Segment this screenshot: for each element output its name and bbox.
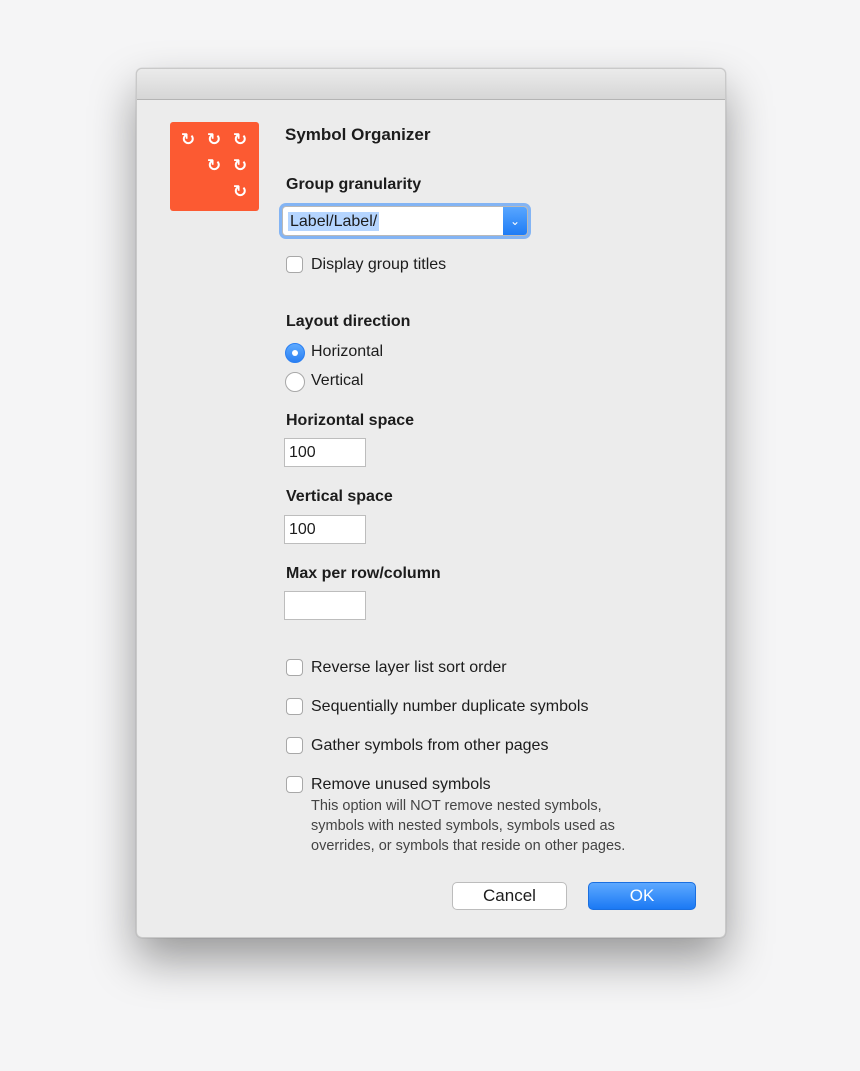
chevron-down-icon[interactable]: ⌄ — [503, 207, 527, 235]
number-duplicate-symbols-label[interactable]: Sequentially number duplicate symbols — [311, 698, 588, 716]
refresh-icon: ↻ — [232, 182, 248, 202]
refresh-icon: ↻ — [206, 130, 222, 150]
horizontal-space-input[interactable] — [284, 438, 366, 467]
display-group-titles-label[interactable]: Display group titles — [311, 256, 446, 274]
reverse-sort-order-label[interactable]: Reverse layer list sort order — [311, 659, 507, 677]
gather-symbols-label[interactable]: Gather symbols from other pages — [311, 737, 548, 755]
refresh-icon: ↻ — [232, 130, 248, 150]
cancel-button[interactable]: Cancel — [452, 882, 567, 910]
horizontal-radio-label[interactable]: Horizontal — [311, 343, 383, 361]
layout-direction-label: Layout direction — [286, 313, 411, 330]
note-line: overrides, or symbols that reside on oth… — [311, 838, 626, 854]
number-duplicate-symbols-checkbox[interactable] — [286, 698, 303, 715]
group-granularity-select[interactable]: Label/Label/ ⌄ — [282, 206, 528, 236]
max-per-row-column-input[interactable] — [284, 591, 366, 620]
vertical-space-label: Vertical space — [286, 488, 393, 505]
ok-button[interactable]: OK — [588, 882, 696, 910]
vertical-radio[interactable] — [285, 372, 305, 392]
reverse-sort-order-checkbox[interactable] — [286, 659, 303, 676]
symbol-organizer-app-icon: ↻ ↻ ↻ ↻ ↻ ↻ — [170, 122, 259, 211]
remove-unused-note: This option will NOT remove nested symbo… — [311, 796, 691, 856]
window-titlebar[interactable] — [137, 69, 725, 100]
display-group-titles-checkbox[interactable] — [286, 256, 303, 273]
group-granularity-label: Group granularity — [286, 176, 422, 193]
remove-unused-symbols-label[interactable]: Remove unused symbols — [311, 776, 491, 794]
note-line: symbols with nested symbols, symbols use… — [311, 818, 615, 834]
dialog-title: Symbol Organizer — [285, 125, 431, 144]
group-granularity-value: Label/Label/ — [288, 212, 380, 231]
symbol-organizer-dialog: ↻ ↻ ↻ ↻ ↻ ↻ Symbol Organizer Group granu… — [136, 68, 726, 938]
gather-symbols-checkbox[interactable] — [286, 737, 303, 754]
refresh-icon: ↻ — [232, 156, 248, 176]
max-per-row-column-label: Max per row/column — [286, 565, 441, 582]
remove-unused-symbols-checkbox[interactable] — [286, 776, 303, 793]
note-line: This option will NOT remove nested symbo… — [311, 798, 602, 814]
horizontal-space-label: Horizontal space — [286, 412, 415, 429]
refresh-icon: ↻ — [206, 156, 222, 176]
vertical-radio-label[interactable]: Vertical — [311, 372, 363, 390]
vertical-space-input[interactable] — [284, 515, 366, 544]
refresh-icon: ↻ — [180, 130, 196, 150]
horizontal-radio[interactable] — [285, 343, 305, 363]
